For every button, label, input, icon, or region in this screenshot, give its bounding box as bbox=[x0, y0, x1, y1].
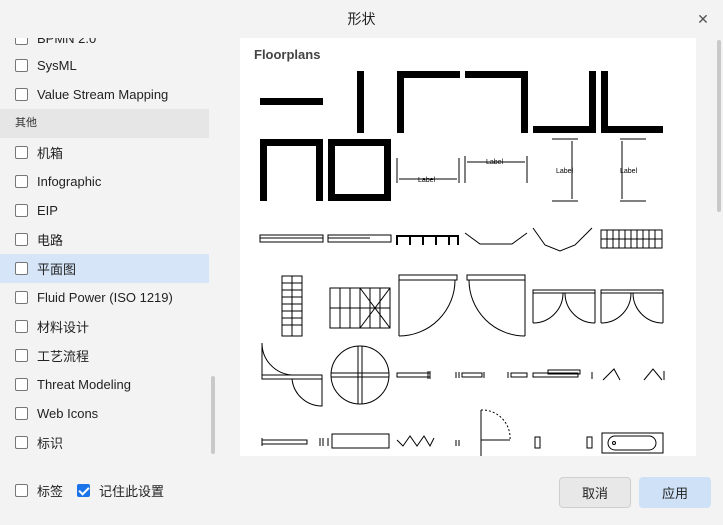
library-item-process-flow[interactable]: 工艺流程 bbox=[0, 341, 209, 370]
library-item-label: EIP bbox=[37, 203, 58, 218]
library-item-chassis[interactable]: 机箱 bbox=[0, 138, 209, 167]
library-item-label: 工艺流程 bbox=[37, 349, 90, 364]
checkbox[interactable] bbox=[15, 349, 28, 362]
labels-checkbox[interactable] bbox=[15, 484, 28, 497]
checkbox[interactable] bbox=[15, 88, 28, 101]
checkbox[interactable] bbox=[15, 436, 28, 449]
remember-checkbox-row[interactable]: 记住此设置 bbox=[77, 481, 164, 500]
dimension-label: Label bbox=[486, 159, 504, 166]
revolving-door-shape bbox=[330, 345, 390, 405]
bay-window-shape bbox=[464, 232, 528, 245]
checkbox[interactable] bbox=[15, 378, 28, 391]
library-item-label: BPMN 2.0 bbox=[37, 38, 97, 46]
library-item-label: 材料设计 bbox=[37, 320, 90, 335]
checkbox[interactable] bbox=[15, 291, 28, 304]
checkbox[interactable] bbox=[15, 407, 28, 420]
library-item-material-design[interactable]: 材料设计 bbox=[0, 312, 209, 341]
wall-element-shape bbox=[534, 436, 541, 449]
zigzag-shape bbox=[396, 435, 435, 448]
bay-window-shape bbox=[532, 227, 593, 252]
library-item-label: Threat Modeling bbox=[37, 377, 131, 392]
shapes-dialog: 形状 ✕ BPMN 2.0 SysML Value Stream Mapping… bbox=[0, 0, 723, 525]
checkbox[interactable] bbox=[15, 320, 28, 333]
library-item-web-icons[interactable]: Web Icons bbox=[0, 399, 209, 428]
library-item-label: Infographic bbox=[37, 174, 102, 189]
dimension-label: Label bbox=[620, 168, 638, 175]
library-item-label: 标识 bbox=[37, 436, 64, 451]
door-shape bbox=[466, 274, 526, 337]
cancel-button[interactable]: 取消 bbox=[559, 477, 631, 508]
wall-corner-shape bbox=[601, 71, 663, 133]
preview-scrollbar[interactable] bbox=[717, 40, 721, 212]
window-shape bbox=[455, 440, 460, 446]
wall-u-shape bbox=[260, 139, 323, 201]
double-door-shape bbox=[532, 289, 596, 324]
floorplan-shapes: Label Label Label Label bbox=[259, 71, 665, 456]
checkbox[interactable] bbox=[15, 175, 28, 188]
library-list[interactable]: BPMN 2.0 SysML Value Stream Mapping 其他 机… bbox=[0, 38, 216, 456]
library-item-fluid-power[interactable]: Fluid Power (ISO 1219) bbox=[0, 283, 209, 312]
library-item-label: 机箱 bbox=[37, 146, 64, 161]
railing-shape bbox=[396, 235, 459, 245]
library-item-label: SysML bbox=[37, 58, 77, 73]
library-item-label: 平面图 bbox=[37, 262, 77, 277]
door-dashed-shape bbox=[480, 409, 511, 441]
door-shape bbox=[398, 274, 458, 337]
window-shape bbox=[455, 372, 485, 378]
wall-vertical-shape bbox=[357, 71, 364, 133]
list-scrollbar[interactable] bbox=[211, 376, 215, 454]
checkbox[interactable] bbox=[15, 146, 28, 159]
wall-corner-shape bbox=[465, 71, 528, 133]
checkbox[interactable] bbox=[15, 59, 28, 72]
wall-element-shape bbox=[586, 436, 593, 449]
sliding-door-shape bbox=[261, 438, 308, 446]
library-item-label: Web Icons bbox=[37, 406, 99, 421]
double-door-shape bbox=[600, 289, 664, 324]
remember-checkbox-label: 记住此设置 bbox=[99, 484, 165, 499]
labels-checkbox-label: 标签 bbox=[37, 484, 64, 499]
wall-horizontal-shape bbox=[260, 98, 323, 105]
sliding-window-shape bbox=[532, 369, 581, 378]
dimension-label: Label bbox=[418, 177, 436, 184]
dimension-label: Label bbox=[556, 168, 574, 175]
checkbox[interactable] bbox=[15, 262, 28, 275]
remember-checkbox[interactable] bbox=[77, 484, 90, 497]
dialog-title: 形状 bbox=[347, 11, 376, 27]
checkbox[interactable] bbox=[15, 233, 28, 246]
window-shape bbox=[396, 371, 431, 379]
bench-shape bbox=[331, 433, 390, 449]
group-header-other: 其他 bbox=[0, 109, 209, 138]
window-shape bbox=[507, 372, 528, 378]
wall-corner-shape bbox=[397, 71, 460, 133]
checkbox[interactable] bbox=[15, 204, 28, 217]
window-shape bbox=[319, 438, 324, 446]
library-item-eip[interactable]: EIP bbox=[0, 196, 209, 225]
library-item-sysml[interactable]: SysML bbox=[0, 51, 209, 80]
library-item-threat-modeling[interactable]: Threat Modeling bbox=[0, 370, 209, 399]
labels-checkbox-row[interactable]: 标签 bbox=[15, 481, 63, 500]
checkbox[interactable] bbox=[15, 38, 28, 45]
library-item-circuit[interactable]: 电路 bbox=[0, 225, 209, 254]
library-item-label: Value Stream Mapping bbox=[37, 87, 169, 102]
close-icon[interactable]: ✕ bbox=[693, 9, 713, 29]
apply-button[interactable]: 应用 bbox=[639, 477, 711, 508]
library-item-label: 电路 bbox=[37, 233, 64, 248]
shape-preview-panel: Floorplans Label Label Label Label bbox=[240, 38, 696, 456]
room-shape bbox=[328, 139, 391, 201]
library-item-label: Fluid Power (ISO 1219) bbox=[37, 290, 173, 305]
revolving-door-shape bbox=[261, 342, 323, 407]
library-item-infographic[interactable]: Infographic bbox=[0, 167, 209, 196]
library-item-value-stream-mapping[interactable]: Value Stream Mapping bbox=[0, 80, 209, 109]
opening-shape bbox=[643, 368, 665, 381]
opening-shape bbox=[591, 368, 621, 381]
wall-corner-shape bbox=[533, 71, 596, 133]
library-item-floorplan[interactable]: 平面图 bbox=[0, 254, 209, 283]
door-shape bbox=[480, 410, 510, 456]
library-item-signs[interactable]: 标识 bbox=[0, 428, 209, 456]
